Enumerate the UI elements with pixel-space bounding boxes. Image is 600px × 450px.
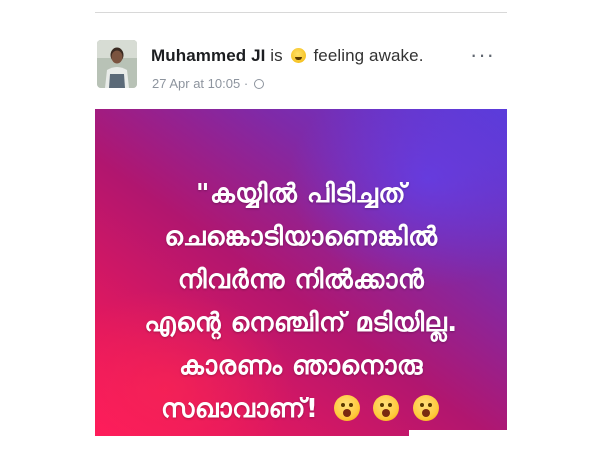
avatar[interactable] — [97, 40, 137, 88]
smiling-face-icon — [290, 48, 306, 63]
profile-photo — [97, 40, 137, 88]
post-line: എന്റെ നെഞ്ചിന് മടിയില്ല. — [144, 308, 458, 338]
post-line: ചെങ്കൊടിയാണെങ്കിൽ — [164, 222, 438, 252]
post-line: നിവർന്നു നിൽക്കാൻ — [177, 265, 425, 295]
post-image[interactable]: "കയ്യിൽ പിടിച്ചത് ചെങ്കൊടിയാണെങ്കിൽ നിവർ… — [95, 109, 507, 436]
globe-icon[interactable] — [253, 79, 264, 89]
corner-tab — [409, 430, 507, 436]
post-line-last: സഖാവാണ്! — [95, 388, 507, 435]
astonished-face-icon — [373, 395, 400, 421]
post-line: സഖാവാണ്! — [161, 394, 319, 424]
author-name[interactable]: Muhammed JI — [151, 46, 265, 65]
more-options-button[interactable]: ··· — [470, 42, 495, 68]
post-header: Muhammed JI is feeling awake. 27 Apr at … — [95, 26, 507, 106]
astonished-face-icon — [333, 395, 360, 421]
meta-separator: · — [243, 76, 249, 91]
divider — [95, 12, 507, 13]
feeling-text: feeling awake. — [313, 46, 424, 65]
author-line: Muhammed JI is feeling awake. — [151, 46, 424, 66]
facebook-post-card: Muhammed JI is feeling awake. 27 Apr at … — [95, 12, 507, 438]
timestamp[interactable]: 27 Apr at 10:05 — [152, 76, 240, 91]
is-text: is — [270, 46, 283, 65]
emoji-group — [332, 392, 441, 435]
post-text: "കയ്യിൽ പിടിച്ചത് ചെങ്കൊടിയാണെങ്കിൽ നിവർ… — [95, 173, 507, 435]
post-line: കാരണം ഞാനൊരു — [179, 351, 423, 381]
astonished-face-icon — [413, 395, 439, 421]
post-meta: 27 Apr at 10:05 · — [152, 76, 264, 91]
post-line: "കയ്യിൽ പിടിച്ചത് — [195, 179, 407, 209]
